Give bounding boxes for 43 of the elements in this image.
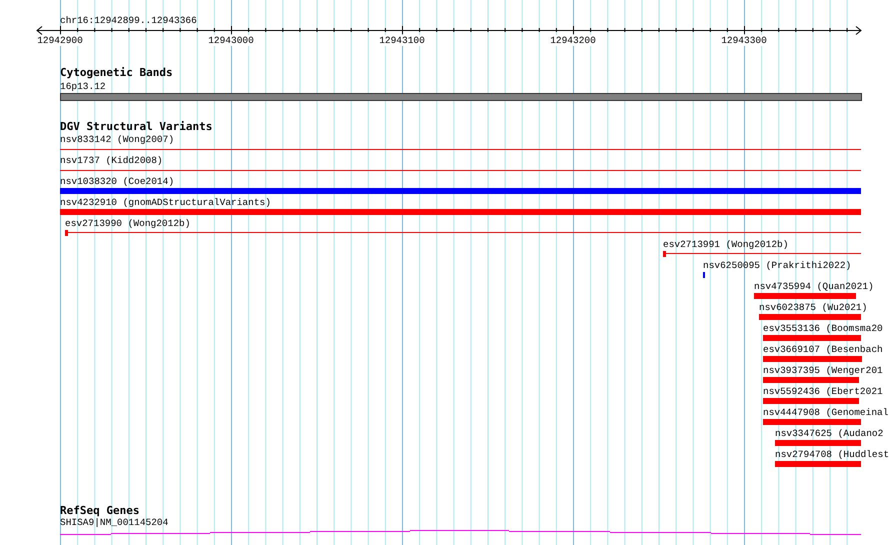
axis-label: 12942900 [37, 35, 83, 46]
feature-label: nsv4447908 (Genomeinal [763, 407, 888, 418]
track-title: DGV Structural Variants [60, 121, 212, 133]
feature-label: nsv4735994 (Quan2021) [754, 281, 874, 292]
feature-label: esv3669107 (Besenbach [763, 344, 883, 355]
feature-label: nsv3937395 (Wenger201 [763, 365, 883, 376]
gene-line[interactable] [60, 530, 862, 535]
feature-bar[interactable] [60, 209, 861, 215]
axis-label: 12943000 [208, 35, 254, 46]
feature-bar[interactable] [775, 461, 861, 467]
feature-marker[interactable] [703, 272, 705, 278]
feature-bar[interactable] [763, 377, 859, 383]
feature-bar[interactable] [754, 293, 856, 299]
feature-label: nsv1737 (Kidd2008) [60, 155, 163, 166]
axis-label: 12943100 [379, 35, 425, 46]
axis-label: 12943300 [721, 35, 767, 46]
gene-label: SHISA9|NM_001145204 [60, 517, 168, 528]
feature-label: nsv6250095 (Prakrithi2022) [703, 260, 852, 271]
feature-label: nsv5592436 (Ebert2021 [763, 386, 883, 397]
track-title: RefSeq Genes [60, 505, 140, 517]
feature-line[interactable] [663, 251, 861, 257]
feature-bar[interactable] [763, 335, 861, 341]
feature-label: esv3553136 (Boomsma20 [763, 323, 883, 334]
feature-label: nsv833142 (Wong2007) [60, 134, 174, 145]
feature-label: nsv6023875 (Wu2021) [759, 302, 868, 313]
feature-label: nsv4232910 (gnomADStructuralVariants) [60, 197, 271, 208]
feature-bar[interactable] [763, 398, 859, 404]
feature-bar[interactable] [763, 356, 862, 362]
feature-bar[interactable] [775, 440, 861, 446]
location-label: chr16:12942899..12943366 [60, 15, 197, 26]
cytoband-bar[interactable] [60, 93, 862, 101]
feature-label: nsv2794708 (Huddlest [775, 449, 890, 460]
feature-label: nsv1038320 (Coe2014) [60, 176, 174, 187]
feature-bar[interactable] [763, 419, 861, 425]
track-title: Cytogenetic Bands [60, 67, 173, 79]
feature-bar[interactable] [759, 314, 861, 320]
band-label: 16p13.12 [60, 81, 106, 92]
feature-line[interactable] [65, 230, 861, 236]
feature-label: nsv3347625 (Audano2 [775, 428, 884, 439]
axis-label: 12943200 [550, 35, 596, 46]
feature-bar[interactable] [60, 188, 861, 194]
feature-label: esv2713990 (Wong2012b) [65, 218, 190, 229]
feature-label: esv2713991 (Wong2012b) [663, 239, 788, 250]
